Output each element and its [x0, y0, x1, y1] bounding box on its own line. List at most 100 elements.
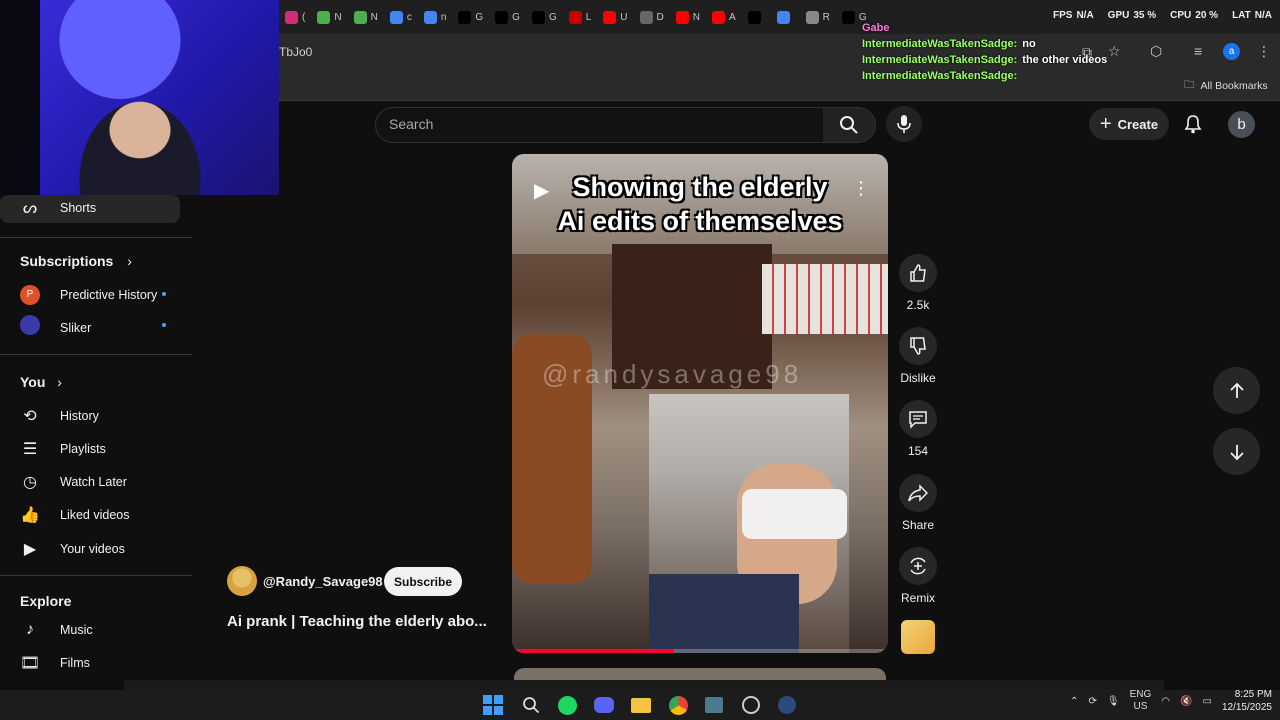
- microphone-icon[interactable]: 🎙: [1107, 696, 1120, 707]
- sidebar-item-sliker[interactable]: Sliker: [0, 311, 192, 344]
- browser-tab[interactable]: [771, 3, 800, 31]
- sound-thumbnail[interactable]: [901, 620, 935, 654]
- browser-tab[interactable]: N: [670, 3, 706, 31]
- address-bar-text[interactable]: TbJo0: [279, 45, 312, 59]
- channel-avatar-icon: P: [20, 284, 166, 305]
- like-button[interactable]: [899, 254, 937, 292]
- horizontal-scrollbar[interactable]: [124, 680, 1164, 690]
- app-icon[interactable]: [701, 692, 727, 718]
- remix-action[interactable]: Remix: [899, 547, 937, 605]
- profile-avatar-icon[interactable]: a: [1223, 43, 1240, 60]
- clock-date: 12/15/2025: [1221, 702, 1272, 713]
- sidebar-item-predictive-history[interactable]: P Predictive History: [0, 278, 192, 311]
- comments-action[interactable]: 154: [899, 400, 937, 458]
- sidebar-item-shorts[interactable]: ᔕ Shorts: [0, 191, 192, 224]
- video-title[interactable]: Ai prank | Teaching the elderly abo...: [227, 613, 487, 630]
- browser-tab[interactable]: A: [706, 3, 742, 31]
- battery-icon[interactable]: ▭: [1202, 696, 1211, 707]
- video-icon: ▶: [23, 540, 37, 558]
- media-control-icon[interactable]: ≡: [1194, 43, 1202, 59]
- browser-tab[interactable]: R: [800, 3, 836, 31]
- next-video-button[interactable]: [1213, 428, 1260, 475]
- dislike-action[interactable]: Dislike: [899, 327, 937, 385]
- browser-tab[interactable]: L: [563, 3, 598, 31]
- wifi-icon[interactable]: ◠: [1161, 696, 1170, 707]
- subscriptions-heading[interactable]: Subscriptions ›: [20, 253, 132, 269]
- arrow-up-icon: [1229, 382, 1244, 398]
- chart-icon: [353, 10, 367, 24]
- sidebar-item-your-videos[interactable]: ▶ Your videos: [0, 532, 192, 565]
- browser-tab[interactable]: N: [311, 3, 347, 31]
- video-progress-bar[interactable]: [512, 649, 888, 653]
- chevron-up-icon[interactable]: ⌃: [1070, 696, 1078, 707]
- sidebar-item-label: Music: [60, 622, 93, 637]
- sidebar-item-films[interactable]: 🎞 Films: [0, 646, 192, 679]
- divider: [0, 237, 192, 238]
- more-options-icon[interactable]: ⋮: [852, 178, 870, 199]
- sidebar-item-music[interactable]: ♪ Music: [0, 613, 192, 646]
- volume-muted-icon[interactable]: 🔇: [1180, 696, 1192, 707]
- stream-chat: Gabe IntermediateWasTakenSadge: no Intermed…: [862, 20, 1107, 84]
- x-icon: [531, 10, 545, 24]
- star-icon[interactable]: ☆: [1108, 43, 1121, 60]
- sync-icon[interactable]: ⟳: [1089, 696, 1097, 707]
- sidebar-item-label: Watch Later: [60, 475, 127, 490]
- browser-tab[interactable]: [742, 3, 771, 31]
- video-scene-bed: [762, 264, 888, 334]
- sidebar-item-watch-later[interactable]: ◷ Watch Later: [0, 466, 192, 499]
- browser-tab[interactable]: (: [279, 3, 311, 31]
- like-action[interactable]: 2.5k: [899, 254, 937, 312]
- share-action[interactable]: Share: [899, 474, 937, 532]
- short-video-player[interactable]: @randysavage98 Showing the elderly Ai ed…: [512, 154, 888, 653]
- chrome-icon[interactable]: [665, 692, 691, 718]
- browser-tab[interactable]: G: [526, 3, 563, 31]
- clock[interactable]: 8:25 PM 12/15/2025: [1222, 688, 1272, 714]
- extensions-icon[interactable]: ⬡: [1150, 43, 1162, 60]
- browser-tab[interactable]: n: [418, 3, 453, 31]
- remix-label: Remix: [900, 591, 935, 605]
- you-heading[interactable]: You ›: [20, 374, 62, 390]
- browser-tab[interactable]: D: [634, 3, 670, 31]
- browser-tab[interactable]: G: [452, 3, 489, 31]
- building-icon: [639, 10, 653, 24]
- subscribe-button[interactable]: Subscribe: [384, 567, 462, 596]
- browser-tab[interactable]: G: [489, 3, 526, 31]
- windows-start-icon[interactable]: [480, 692, 506, 718]
- browser-tab[interactable]: c: [384, 3, 418, 31]
- browser-tab[interactable]: U: [597, 3, 633, 31]
- dislike-label: Dislike: [900, 371, 936, 385]
- divider: [0, 354, 192, 355]
- search-taskbar-icon[interactable]: [518, 692, 544, 718]
- play-icon[interactable]: ▶: [534, 178, 549, 203]
- google-icon: [776, 10, 790, 24]
- sidebar-item-playlists[interactable]: ☰ Playlists: [0, 432, 192, 465]
- dislike-button[interactable]: [899, 327, 937, 365]
- search-input[interactable]: [375, 107, 825, 143]
- create-button[interactable]: + Create: [1089, 108, 1169, 140]
- discord-icon[interactable]: [591, 692, 617, 718]
- menu-icon[interactable]: ⋮: [1257, 43, 1271, 60]
- channel-avatar[interactable]: [227, 566, 257, 596]
- steam-icon[interactable]: [774, 692, 800, 718]
- search-button[interactable]: [823, 107, 876, 143]
- comments-button[interactable]: [899, 400, 937, 438]
- previous-video-button[interactable]: [1213, 367, 1260, 414]
- language-indicator[interactable]: ENG US: [1130, 689, 1152, 713]
- voice-search-button[interactable]: [886, 106, 922, 142]
- channel-name[interactable]: @Randy_Savage98: [263, 574, 383, 589]
- sidebar-item-liked-videos[interactable]: 👍 Liked videos: [0, 499, 192, 532]
- spotify-icon[interactable]: [554, 692, 580, 718]
- sidebar-item-history[interactable]: ⟲ History: [0, 399, 192, 432]
- share-button[interactable]: [899, 474, 937, 512]
- browser-tab-label: D: [656, 11, 664, 23]
- remix-button[interactable]: [899, 547, 937, 585]
- file-explorer-icon[interactable]: [628, 692, 654, 718]
- obs-icon[interactable]: [738, 692, 764, 718]
- all-bookmarks[interactable]: 🗀 All Bookmarks: [1184, 77, 1268, 95]
- youtube-icon: [675, 10, 689, 24]
- notifications-button[interactable]: [1181, 110, 1205, 138]
- video-caption-line: Ai edits of themselves: [557, 206, 843, 236]
- language-line: ENG: [1129, 689, 1152, 700]
- browser-tab[interactable]: N: [348, 3, 384, 31]
- account-avatar[interactable]: b: [1228, 111, 1255, 138]
